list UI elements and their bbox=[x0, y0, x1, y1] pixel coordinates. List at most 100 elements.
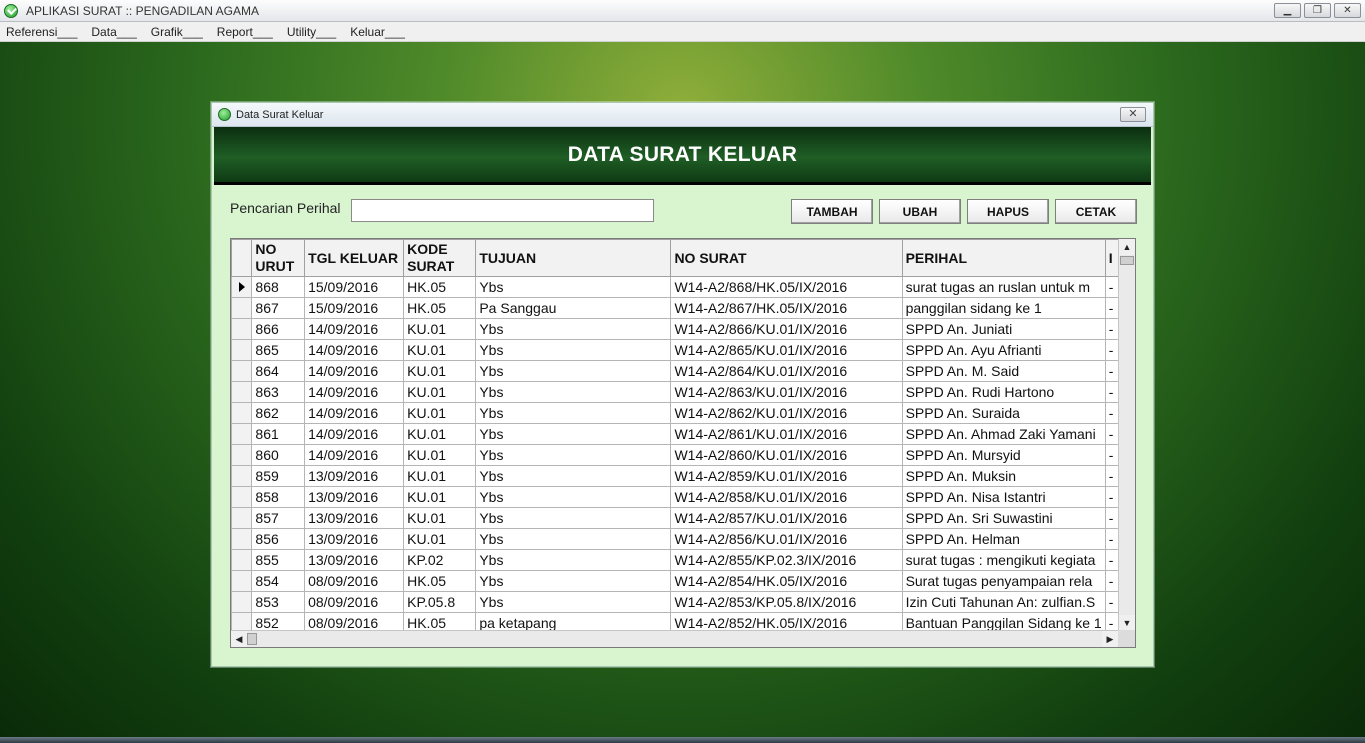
row-selector[interactable] bbox=[231, 528, 253, 550]
cell-no-urut[interactable]: 858 bbox=[251, 486, 306, 508]
cell-no-urut[interactable]: 856 bbox=[251, 528, 306, 550]
row-selector[interactable] bbox=[231, 297, 253, 319]
cell-tujuan[interactable]: Ybs bbox=[475, 591, 672, 613]
table-row[interactable]: 853 08/09/2016 KP.05.8 Ybs W14-A2/853/KP.05.… bbox=[231, 591, 1135, 613]
cell-no-urut[interactable]: 860 bbox=[251, 444, 306, 466]
data-grid[interactable]: NO URUT TGL KELUAR KODE SURAT TUJUAN NO … bbox=[230, 238, 1136, 648]
cell-no-surat[interactable]: W14-A2/860/KU.01/IX/2016 bbox=[670, 444, 903, 466]
row-selector[interactable] bbox=[231, 381, 253, 403]
cell-kode-surat[interactable]: KU.01 bbox=[403, 360, 477, 382]
cell-kode-surat[interactable]: KU.01 bbox=[403, 402, 477, 424]
col-header-tujuan[interactable]: TUJUAN bbox=[475, 239, 672, 277]
cell-tujuan[interactable]: Pa Sanggau bbox=[475, 297, 672, 319]
table-row[interactable]: 854 08/09/2016 HK.05 Ybs W14-A2/854/HK.05/IX… bbox=[231, 570, 1135, 592]
cell-tujuan[interactable]: Ybs bbox=[475, 339, 672, 361]
col-header-perihal[interactable]: PERIHAL bbox=[901, 239, 1106, 277]
cell-tgl-keluar[interactable]: 14/09/2016 bbox=[304, 339, 405, 361]
cell-tgl-keluar[interactable]: 15/09/2016 bbox=[304, 276, 405, 298]
cell-tgl-keluar[interactable]: 13/09/2016 bbox=[304, 528, 405, 550]
cell-kode-surat[interactable]: KU.01 bbox=[403, 444, 477, 466]
cell-no-surat[interactable]: W14-A2/856/KU.01/IX/2016 bbox=[670, 528, 903, 550]
table-row[interactable]: 867 15/09/2016 HK.05 Pa Sanggau W14-A2/867/H… bbox=[231, 297, 1135, 319]
cell-no-urut[interactable]: 864 bbox=[251, 360, 306, 382]
cell-no-surat[interactable]: W14-A2/865/KU.01/IX/2016 bbox=[670, 339, 903, 361]
scroll-up-icon[interactable]: ▲ bbox=[1119, 239, 1135, 255]
cell-kode-surat[interactable]: KU.01 bbox=[403, 318, 477, 340]
cell-tujuan[interactable]: Ybs bbox=[475, 381, 672, 403]
cell-tujuan[interactable]: Ybs bbox=[475, 486, 672, 508]
table-row[interactable]: 864 14/09/2016 KU.01 Ybs W14-A2/864/KU.01/IX… bbox=[231, 360, 1135, 382]
cell-no-surat[interactable]: W14-A2/862/KU.01/IX/2016 bbox=[670, 402, 903, 424]
cell-tgl-keluar[interactable]: 15/09/2016 bbox=[304, 297, 405, 319]
cell-no-urut[interactable]: 866 bbox=[251, 318, 306, 340]
scroll-right-icon[interactable]: ▶ bbox=[1102, 631, 1118, 647]
cell-no-surat[interactable]: W14-A2/867/HK.05/IX/2016 bbox=[670, 297, 903, 319]
row-selector[interactable] bbox=[231, 423, 253, 445]
cell-kode-surat[interactable]: KU.01 bbox=[403, 507, 477, 529]
horizontal-scrollbar[interactable]: ◀ ▶ bbox=[231, 630, 1118, 647]
cell-no-urut[interactable]: 868 bbox=[251, 276, 306, 298]
cell-tgl-keluar[interactable]: 14/09/2016 bbox=[304, 444, 405, 466]
cell-perihal[interactable]: SPPD An. Helman bbox=[901, 528, 1106, 550]
cell-no-surat[interactable]: W14-A2/863/KU.01/IX/2016 bbox=[670, 381, 903, 403]
cell-kode-surat[interactable]: KU.01 bbox=[403, 339, 477, 361]
cell-perihal[interactable]: surat tugas : mengikuti kegiata bbox=[901, 549, 1106, 571]
table-row[interactable]: 857 13/09/2016 KU.01 Ybs W14-A2/857/KU.01/IX… bbox=[231, 507, 1135, 529]
row-selector[interactable] bbox=[231, 318, 253, 340]
child-close-icon[interactable]: ✕ bbox=[1120, 107, 1146, 122]
minimize-icon[interactable]: ▁ bbox=[1274, 3, 1301, 18]
table-row[interactable]: 863 14/09/2016 KU.01 Ybs W14-A2/863/KU.01/IX… bbox=[231, 381, 1135, 403]
cell-tgl-keluar[interactable]: 08/09/2016 bbox=[304, 591, 405, 613]
table-row[interactable]: 865 14/09/2016 KU.01 Ybs W14-A2/865/KU.01/IX… bbox=[231, 339, 1135, 361]
cell-perihal[interactable]: SPPD An. Sri Suwastini bbox=[901, 507, 1106, 529]
cell-tujuan[interactable]: Ybs bbox=[475, 360, 672, 382]
table-row[interactable]: 860 14/09/2016 KU.01 Ybs W14-A2/860/KU.01/IX… bbox=[231, 444, 1135, 466]
cell-no-urut[interactable]: 859 bbox=[251, 465, 306, 487]
col-header-no-urut[interactable]: NO URUT bbox=[251, 239, 306, 277]
table-row[interactable]: 862 14/09/2016 KU.01 Ybs W14-A2/862/KU.01/IX… bbox=[231, 402, 1135, 424]
tambah-button[interactable]: TAMBAH bbox=[791, 199, 873, 224]
close-icon[interactable]: ✕ bbox=[1334, 3, 1361, 18]
cell-no-surat[interactable]: W14-A2/866/KU.01/IX/2016 bbox=[670, 318, 903, 340]
scroll-down-icon[interactable]: ▼ bbox=[1119, 615, 1135, 631]
row-selector[interactable] bbox=[231, 402, 253, 424]
table-row[interactable]: 868 15/09/2016 HK.05 Ybs W14-A2/868/HK.05/IX… bbox=[231, 276, 1135, 298]
row-selector[interactable] bbox=[231, 549, 253, 571]
cetak-button[interactable]: CETAK bbox=[1055, 199, 1137, 224]
row-selector[interactable] bbox=[231, 444, 253, 466]
cell-no-surat[interactable]: W14-A2/864/KU.01/IX/2016 bbox=[670, 360, 903, 382]
cell-no-urut[interactable]: 857 bbox=[251, 507, 306, 529]
row-selector[interactable] bbox=[231, 591, 253, 613]
cell-perihal[interactable]: panggilan sidang ke 1 bbox=[901, 297, 1106, 319]
vscroll-thumb[interactable] bbox=[1120, 256, 1134, 265]
table-row[interactable]: 858 13/09/2016 KU.01 Ybs W14-A2/858/KU.01/IX… bbox=[231, 486, 1135, 508]
cell-perihal[interactable]: SPPD An. M. Said bbox=[901, 360, 1106, 382]
menu-keluar[interactable]: Keluar___ bbox=[350, 25, 405, 39]
vertical-scrollbar[interactable]: ▲ ▼ bbox=[1118, 239, 1135, 631]
hscroll-thumb[interactable] bbox=[247, 633, 257, 645]
cell-tujuan[interactable]: Ybs bbox=[475, 402, 672, 424]
table-row[interactable]: 859 13/09/2016 KU.01 Ybs W14-A2/859/KU.01/IX… bbox=[231, 465, 1135, 487]
cell-tujuan[interactable]: Ybs bbox=[475, 423, 672, 445]
cell-no-urut[interactable]: 865 bbox=[251, 339, 306, 361]
cell-tujuan[interactable]: Ybs bbox=[475, 465, 672, 487]
col-header-no-surat[interactable]: NO SURAT bbox=[670, 239, 903, 277]
table-row[interactable]: 855 13/09/2016 KP.02 Ybs W14-A2/855/KP.02.3/… bbox=[231, 549, 1135, 571]
cell-no-surat[interactable]: W14-A2/868/HK.05/IX/2016 bbox=[670, 276, 903, 298]
cell-perihal[interactable]: SPPD An. Mursyid bbox=[901, 444, 1106, 466]
row-selector[interactable] bbox=[231, 339, 253, 361]
row-selector[interactable] bbox=[231, 276, 253, 298]
menu-referensi[interactable]: Referensi___ bbox=[6, 25, 77, 39]
cell-tujuan[interactable]: Ybs bbox=[475, 549, 672, 571]
cell-no-urut[interactable]: 863 bbox=[251, 381, 306, 403]
cell-tgl-keluar[interactable]: 13/09/2016 bbox=[304, 465, 405, 487]
cell-perihal[interactable]: SPPD An. Nisa Istantri bbox=[901, 486, 1106, 508]
cell-no-surat[interactable]: W14-A2/858/KU.01/IX/2016 bbox=[670, 486, 903, 508]
search-input[interactable] bbox=[351, 199, 654, 222]
cell-tgl-keluar[interactable]: 13/09/2016 bbox=[304, 507, 405, 529]
cell-tujuan[interactable]: Ybs bbox=[475, 276, 672, 298]
cell-no-surat[interactable]: W14-A2/855/KP.02.3/IX/2016 bbox=[670, 549, 903, 571]
cell-perihal[interactable]: SPPD An. Suraida bbox=[901, 402, 1106, 424]
cell-no-urut[interactable]: 853 bbox=[251, 591, 306, 613]
cell-no-urut[interactable]: 867 bbox=[251, 297, 306, 319]
